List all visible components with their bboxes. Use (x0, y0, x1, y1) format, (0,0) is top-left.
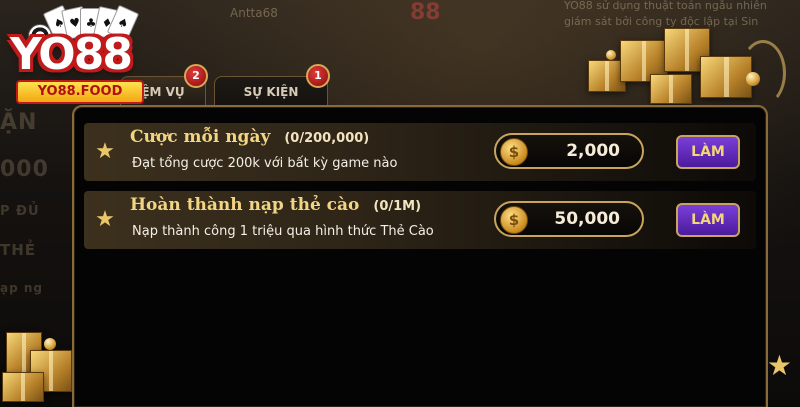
reward-amount: 2,000 (566, 141, 620, 161)
task-row: ★ Hoàn thành nạp thẻ cào (0/1M) Nạp thành… (84, 191, 756, 249)
task-title: Cược mỗi ngày (0/200,000) (130, 127, 369, 147)
task-row: ★ Cược mỗi ngày (0/200,000) Đạt tổng cược… (84, 123, 756, 181)
star-icon: ★ (95, 139, 115, 164)
star-icon: ★ (95, 207, 115, 232)
reward-pill: $ 2,000 (494, 133, 644, 169)
task-description: Đạt tổng cược 200k với bất kỳ game nào (132, 156, 398, 171)
tab-badge-su-kien: 1 (306, 64, 330, 88)
task-title: Hoàn thành nạp thẻ cào (0/1M) (130, 195, 421, 215)
bg-fragment: P ĐỦ (0, 204, 40, 219)
do-task-button[interactable]: LÀM (676, 203, 740, 237)
corner-star-icon: ★ (766, 349, 792, 382)
mission-panel: ★ Cược mỗi ngày (0/200,000) Đạt tổng cược… (72, 105, 768, 407)
task-description: Nạp thành công 1 triệu qua hình thức Thẻ… (132, 224, 434, 239)
reward-amount: 50,000 (554, 209, 620, 229)
logo-brand-text: YO88 (10, 29, 133, 80)
task-title-text: Hoàn thành nạp thẻ cào (130, 195, 360, 215)
task-progress: (0/1M) (373, 199, 422, 214)
brand-logo[interactable]: ♠ ♥ ♣ ♦ ♠ YO88 YO88.FOOD (0, 0, 178, 110)
coin-icon: $ (500, 138, 528, 166)
bg-text-mid: 88 (410, 0, 441, 25)
coin-icon: $ (500, 206, 528, 234)
bg-text-right: YO88 sử dụng thuật toán ngẫu nhiên giám … (564, 0, 767, 28)
reward-pill: $ 50,000 (494, 201, 644, 237)
background-left-fragments: ẶN 000 P ĐỦ THẺ ạp ng (0, 110, 60, 340)
tab-label: SỰ KIỆN (243, 85, 299, 99)
bg-fragment: ẶN (0, 110, 38, 135)
tab-badge-nhiem-vu: 2 (184, 64, 208, 88)
task-title-text: Cược mỗi ngày (130, 127, 271, 147)
logo-domain-text: YO88.FOOD (16, 80, 144, 104)
bg-fragment: ạp ng (0, 281, 43, 295)
task-progress: (0/200,000) (284, 131, 370, 146)
bg-fragment: 000 (0, 157, 49, 182)
do-task-button[interactable]: LÀM (676, 135, 740, 169)
background-top-text: Antta68 88 YO88 sử dụng thuật toán ngẫu … (220, 0, 800, 30)
bg-fragment: THẺ (0, 241, 37, 259)
bg-text-left: Antta68 (230, 6, 278, 20)
